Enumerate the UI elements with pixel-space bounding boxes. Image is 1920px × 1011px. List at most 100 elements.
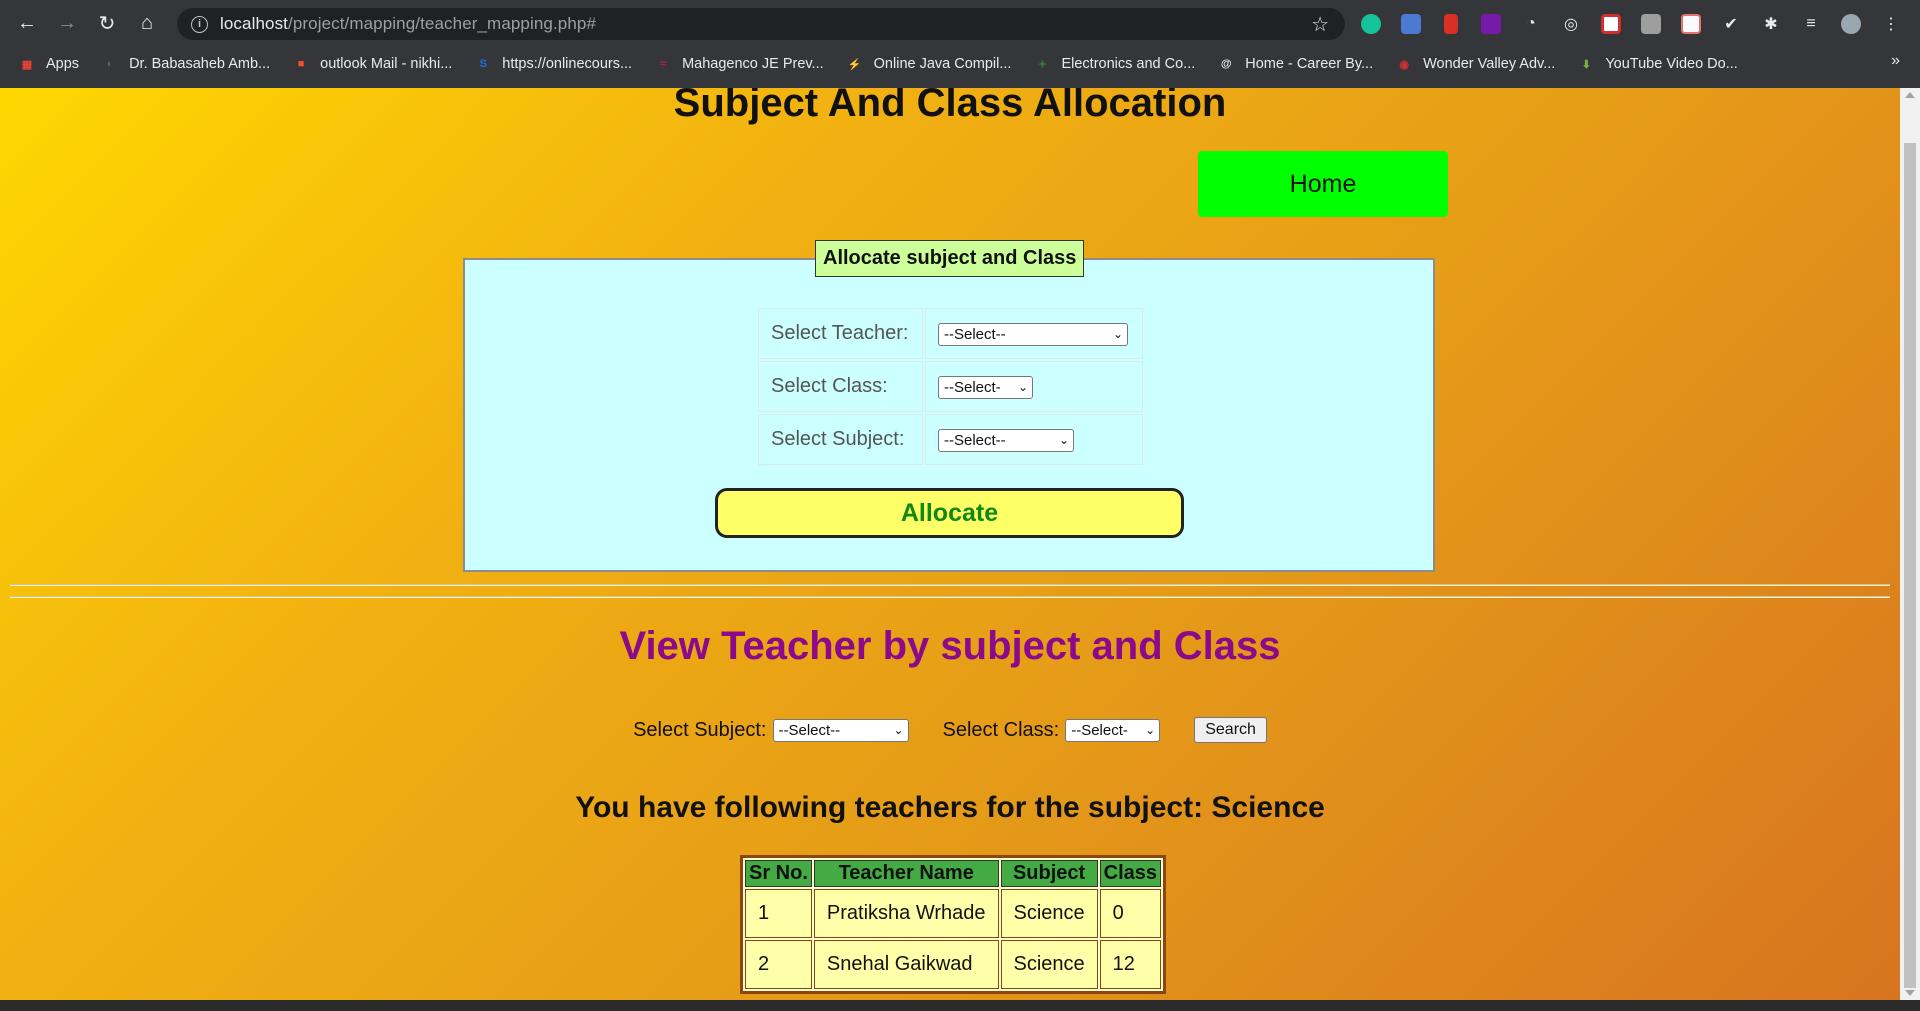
class-select[interactable]: --Select- ⌄ — [938, 375, 1033, 399]
bookmark-label: outlook Mail - nikhi... — [320, 56, 453, 72]
bookmark-label: Home - Career By... — [1245, 56, 1374, 72]
check-extension-icon[interactable]: ✔ — [1717, 10, 1745, 38]
subject-select[interactable]: --Select-- ⌄ — [938, 428, 1074, 452]
reload-icon[interactable]: ↻ — [87, 4, 127, 44]
reading-list-icon[interactable]: ≡ — [1797, 10, 1825, 38]
teacher-label: Select Teacher: — [758, 308, 923, 359]
extensions-bar: ◔ ◎ ✔ ✱ ≡ ⋮ — [1357, 10, 1905, 38]
menu-icon[interactable]: ⋮ — [1877, 10, 1905, 38]
filter-class-select[interactable]: --Select- ⌄ — [1065, 718, 1161, 742]
search-filter-row: Select Subject: --Select-- ⌄ Select Class… — [0, 717, 1900, 743]
notes-extension-icon[interactable] — [1637, 10, 1665, 38]
bookmark-extension-icon[interactable] — [1437, 10, 1465, 38]
filter-subject-value: --Select-- — [778, 721, 841, 739]
site-info-icon[interactable]: i — [191, 15, 208, 33]
subject-cell: Science — [1000, 889, 1098, 938]
bookmark-item[interactable]: ■ outlook Mail - nikhi... — [292, 55, 453, 73]
subject-row: Select Subject: --Select-- ⌄ — [758, 414, 1143, 465]
bookmark-item[interactable]: ⬇ YouTube Video Do... — [1577, 55, 1738, 73]
bookmarks-overflow-icon[interactable]: » — [1891, 52, 1900, 70]
bookmark-favicon-icon: @ — [1220, 58, 1232, 70]
onenote-icon[interactable] — [1477, 10, 1505, 38]
page-title: Subject And Class Allocation — [673, 88, 1227, 125]
bookmark-label: YouTube Video Do... — [1605, 56, 1738, 72]
teacher-select-value: --Select-- — [944, 325, 1006, 343]
bookmark-item[interactable]: ▦ Apps — [18, 55, 79, 73]
bookmark-item[interactable]: ◐ Dr. Babasaheb Amb... — [101, 55, 270, 73]
puzzle-icon[interactable]: ✱ — [1757, 10, 1785, 38]
bookmark-favicon-icon: ⚡ — [847, 58, 862, 71]
bookmark-item[interactable]: ⚡ Online Java Compil... — [846, 55, 1012, 73]
url-text[interactable]: localhost/project/mapping/teacher_mappin… — [220, 14, 596, 34]
bookmark-item[interactable]: ≈ Mahagenco JE Prev... — [654, 55, 824, 73]
column-header: Class — [1099, 860, 1162, 887]
column-header: Sr No. — [745, 860, 812, 887]
browser-chrome: ← → ↻ ⌂ i localhost/project/mapping/teac… — [0, 0, 1920, 88]
bookmark-label: Mahagenco JE Prev... — [682, 56, 824, 72]
filter-subject-label: Select Subject: — [633, 718, 767, 741]
filter-subject-select[interactable]: --Select-- ⌄ — [772, 718, 909, 742]
bookmark-favicon-icon: S — [479, 58, 487, 70]
divider — [10, 596, 1890, 598]
bookmark-item[interactable]: ✦ Electronics and Co... — [1033, 55, 1195, 73]
search-button[interactable]: Search — [1194, 717, 1267, 743]
table-row: 2 Snehal Gaikwad Science 12 — [745, 940, 1162, 989]
column-header: Subject — [1000, 860, 1098, 887]
subject-label: Select Subject: — [758, 414, 923, 465]
class-cell: 12 — [1099, 940, 1162, 989]
bookmarks-bar: ▦ Apps ◐ Dr. Babasaheb Amb... ■ outlook Mail … — [0, 47, 1920, 81]
bookmark-favicon-icon: ◐ — [106, 58, 114, 70]
bookmark-item[interactable]: @ Home - Career By... — [1217, 55, 1373, 73]
calendar-extension-icon[interactable] — [1397, 10, 1425, 38]
bookmark-item[interactable]: Shttps://onlinecours... — [474, 55, 632, 73]
teacher-row: Select Teacher: --Select-- ⌄ — [758, 308, 1143, 359]
teacher-select[interactable]: --Select-- ⌄ — [938, 322, 1128, 346]
bookmark-label: Apps — [46, 56, 80, 72]
subject-cell: Science — [1000, 940, 1098, 989]
filter-class-label: Select Class: — [942, 718, 1060, 741]
browser-toolbar: ← → ↻ ⌂ i localhost/project/mapping/teac… — [0, 0, 1920, 47]
url-host: localhost — [220, 14, 288, 33]
pdf-extension-icon[interactable] — [1597, 10, 1625, 38]
page-viewport: Subject And Class Allocation Home Alloca… — [0, 88, 1900, 1000]
scroll-down-icon[interactable] — [1905, 990, 1915, 996]
bookmark-favicon-icon: ▦ — [21, 58, 33, 71]
filter-class-value: --Select- — [1071, 721, 1128, 739]
allocate-button[interactable]: Allocate — [715, 488, 1184, 538]
teachers-table: Sr No. Teacher Name Subject Class 1 Prat… — [740, 855, 1167, 994]
chevron-down-icon: ⌄ — [1058, 433, 1069, 447]
results-heading: You have following teachers for the subj… — [575, 791, 1325, 824]
bookmark-favicon-icon: ⬇ — [1581, 58, 1591, 71]
grammarly-icon[interactable] — [1357, 10, 1385, 38]
view-section-title: View Teacher by subject and Class — [619, 624, 1281, 668]
table-header-row: Sr No. Teacher Name Subject Class — [745, 860, 1162, 887]
podcast-icon[interactable]: ◎ — [1557, 10, 1585, 38]
forward-icon[interactable]: → — [47, 4, 87, 44]
profile-avatar[interactable] — [1837, 10, 1865, 38]
back-icon[interactable]: ← — [7, 4, 47, 44]
sr-no-cell: 2 — [745, 940, 812, 989]
vertical-scrollbar[interactable] — [1900, 88, 1920, 1000]
bookmark-label: Wonder Valley Adv... — [1423, 56, 1556, 72]
class-cell: --Select- ⌄ — [925, 361, 1143, 412]
bookmark-label: Electronics and Co... — [1061, 56, 1196, 72]
subject-select-value: --Select-- — [944, 431, 1006, 449]
speed-gauge-icon[interactable]: ◔ — [1517, 10, 1545, 38]
home-button[interactable]: Home — [1198, 151, 1448, 217]
chevron-down-icon: ⌄ — [1112, 327, 1123, 341]
address-bar[interactable]: i localhost/project/mapping/teacher_mapp… — [177, 8, 1345, 40]
scrollbar-thumb[interactable] — [1904, 143, 1916, 988]
home-icon[interactable]: ⌂ — [127, 4, 167, 44]
url-path: /project/mapping/teacher_mapping.php# — [288, 14, 597, 33]
sr-no-cell: 1 — [745, 889, 812, 938]
class-label: Select Class: — [758, 361, 923, 412]
bookmark-star-icon[interactable]: ☆ — [1311, 12, 1329, 37]
table-row: 1 Pratiksha Wrhade Science 0 — [745, 889, 1162, 938]
class-select-value: --Select- — [944, 378, 1001, 396]
bookmark-item[interactable]: ◉ Wonder Valley Adv... — [1395, 55, 1555, 73]
print-extension-icon[interactable] — [1677, 10, 1705, 38]
scroll-up-icon[interactable] — [1905, 92, 1915, 98]
bookmark-label: Dr. Babasaheb Amb... — [129, 56, 271, 72]
column-header: Teacher Name — [813, 860, 999, 887]
bookmark-favicon-icon: ◉ — [1399, 58, 1409, 71]
